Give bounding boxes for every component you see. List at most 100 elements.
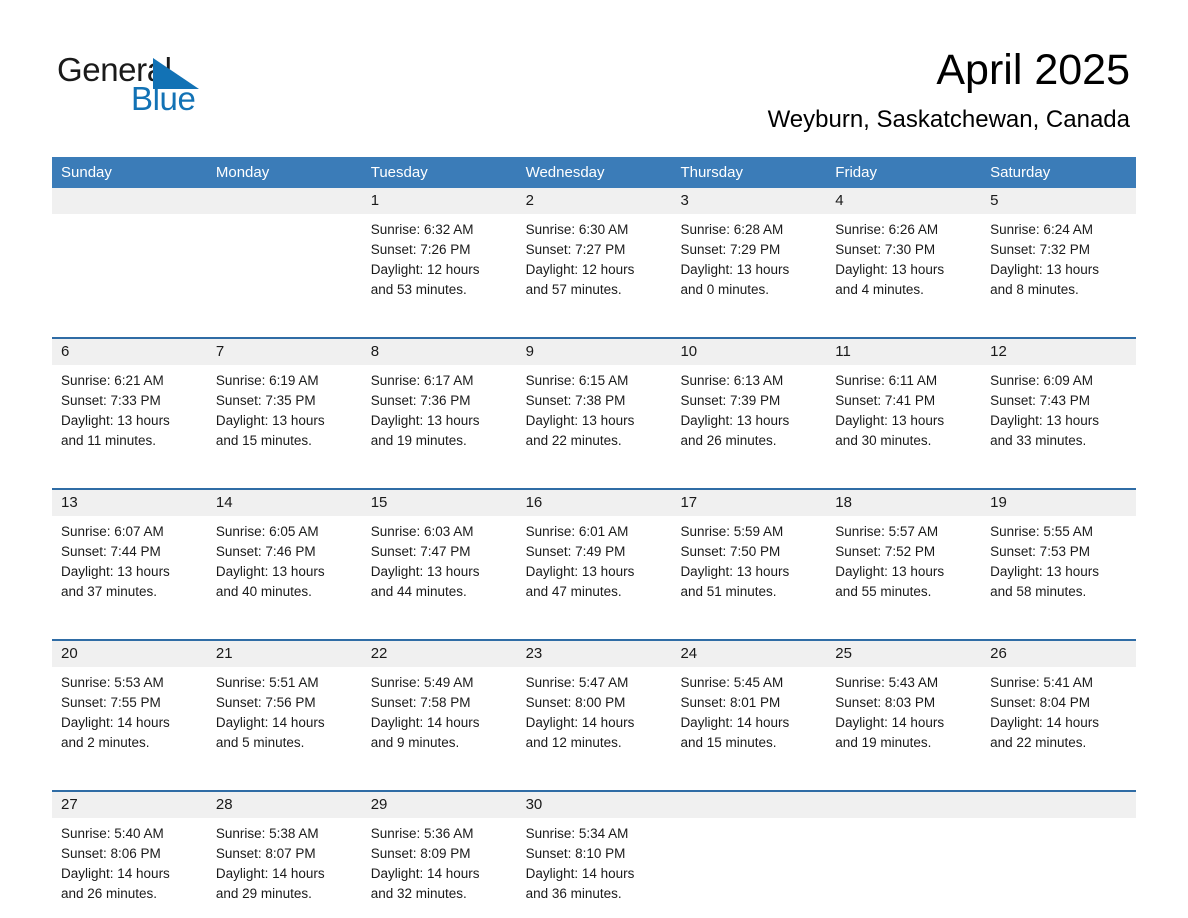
day-cell-17[interactable]: 17 Sunrise: 5:59 AM Sunset: 7:50 PM Dayligh… (671, 490, 827, 616)
day-detail-line: Sunset: 7:47 PM (370, 544, 471, 559)
day-detail-line: Sunset: 7:58 PM (370, 695, 471, 710)
day-detail-line: Sunset: 7:29 PM (680, 242, 781, 257)
day-details: Sunrise: 6:17 AM Sunset: 7:36 PM Daylight:… (362, 365, 517, 465)
week-row: 6 Sunrise: 6:21 AM Sunset: 7:33 PM Daylight… (52, 337, 1137, 465)
day-cell-empty (826, 792, 982, 918)
day-detail-line: Daylight: 13 hours (680, 564, 790, 579)
day-number (206, 188, 362, 214)
day-detail-line: Sunset: 7:56 PM (215, 695, 316, 710)
day-cell-27[interactable]: 27 Sunrise: 5:40 AM Sunset: 8:06 PM Dayligh… (52, 792, 207, 918)
day-cell-29[interactable]: 29 Sunrise: 5:36 AM Sunset: 8:09 PM Dayligh… (361, 792, 517, 918)
day-detail-line: and 37 minutes. (61, 584, 158, 599)
week-spacer (52, 616, 1136, 639)
day-detail-line: Sunrise: 5:36 AM (370, 826, 474, 841)
day-cell-23[interactable]: 23 Sunrise: 5:47 AM Sunset: 8:00 PM Dayligh… (516, 641, 672, 767)
day-detail-line: Sunrise: 6:05 AM (215, 524, 319, 539)
day-detail-line: Sunset: 7:55 PM (61, 695, 161, 710)
day-detail-line: Sunset: 7:35 PM (215, 393, 316, 408)
day-number: 28 (206, 792, 362, 818)
day-cell-20[interactable]: 20 Sunrise: 5:53 AM Sunset: 7:55 PM Dayligh… (52, 641, 207, 767)
day-detail-line: and 26 minutes. (61, 886, 158, 901)
day-details: Sunrise: 5:57 AM Sunset: 7:52 PM Daylight:… (826, 516, 981, 616)
day-cell-30[interactable]: 30 Sunrise: 5:34 AM Sunset: 8:10 PM Dayligh… (516, 792, 672, 918)
day-detail-line: Sunrise: 6:26 AM (835, 222, 939, 237)
day-details: Sunrise: 5:34 AM Sunset: 8:10 PM Daylight:… (517, 818, 672, 918)
day-number: 3 (671, 188, 827, 214)
day-number: 10 (671, 339, 827, 365)
day-detail-line: Sunrise: 6:07 AM (61, 524, 164, 539)
day-detail-line: and 26 minutes. (680, 433, 777, 448)
day-detail-line: and 19 minutes. (835, 735, 932, 750)
day-cell-4[interactable]: 4 Sunrise: 6:26 AM Sunset: 7:30 PM Daylight… (826, 188, 982, 314)
day-detail-line: and 55 minutes. (835, 584, 932, 599)
weekday-header-friday: Friday (835, 164, 877, 181)
day-cell-15[interactable]: 15 Sunrise: 6:03 AM Sunset: 7:47 PM Dayligh… (361, 490, 517, 616)
day-cell-18[interactable]: 18 Sunrise: 5:57 AM Sunset: 7:52 PM Dayligh… (826, 490, 982, 616)
day-cell-7[interactable]: 7 Sunrise: 6:19 AM Sunset: 7:35 PM Daylight… (206, 339, 362, 465)
day-cell-11[interactable]: 11 Sunrise: 6:11 AM Sunset: 7:41 PM Dayligh… (826, 339, 982, 465)
day-cell-16[interactable]: 16 Sunrise: 6:01 AM Sunset: 7:49 PM Dayligh… (516, 490, 672, 616)
day-detail-line: Sunrise: 5:34 AM (525, 826, 629, 841)
day-number: 13 (52, 490, 207, 516)
day-cell-26[interactable]: 26 Sunrise: 5:41 AM Sunset: 8:04 PM Dayligh… (981, 641, 1137, 767)
day-detail-line: Daylight: 14 hours (835, 715, 945, 730)
day-detail-line: Sunset: 7:30 PM (835, 242, 936, 257)
day-detail-line: Daylight: 13 hours (680, 413, 790, 428)
day-cell-10[interactable]: 10 Sunrise: 6:13 AM Sunset: 7:39 PM Dayligh… (671, 339, 827, 465)
day-cell-12[interactable]: 12 Sunrise: 6:09 AM Sunset: 7:43 PM Dayligh… (981, 339, 1137, 465)
day-detail-line: and 8 minutes. (990, 282, 1079, 297)
day-detail-line: Sunrise: 5:38 AM (215, 826, 319, 841)
day-number: 17 (671, 490, 827, 516)
day-cell-9[interactable]: 9 Sunrise: 6:15 AM Sunset: 7:38 PM Daylight… (516, 339, 672, 465)
day-cell-13[interactable]: 13 Sunrise: 6:07 AM Sunset: 7:44 PM Dayligh… (52, 490, 207, 616)
day-cell-25[interactable]: 25 Sunrise: 5:43 AM Sunset: 8:03 PM Dayligh… (826, 641, 982, 767)
day-details: Sunrise: 5:40 AM Sunset: 8:06 PM Daylight:… (52, 818, 207, 918)
day-number: 30 (516, 792, 672, 818)
day-detail-line: Sunrise: 5:51 AM (215, 675, 319, 690)
day-details: Sunrise: 6:05 AM Sunset: 7:46 PM Daylight:… (207, 516, 362, 616)
calendar-table: Sunday Monday Tuesday Wednesday Thursday Frid… (52, 157, 1137, 918)
day-detail-line: Sunset: 7:50 PM (680, 544, 781, 559)
day-detail-line: Daylight: 13 hours (61, 564, 170, 579)
day-cell-28[interactable]: 28 Sunrise: 5:38 AM Sunset: 8:07 PM Dayligh… (206, 792, 362, 918)
day-detail-line: Sunset: 8:03 PM (835, 695, 936, 710)
day-cell-3[interactable]: 3 Sunrise: 6:28 AM Sunset: 7:29 PM Daylight… (671, 188, 827, 314)
day-cell-22[interactable]: 22 Sunrise: 5:49 AM Sunset: 7:58 PM Dayligh… (361, 641, 517, 767)
day-cell-19[interactable]: 19 Sunrise: 5:55 AM Sunset: 7:53 PM Dayligh… (981, 490, 1137, 616)
day-details: Sunrise: 5:47 AM Sunset: 8:00 PM Daylight:… (517, 667, 672, 767)
weekday-header-thursday: Thursday (680, 164, 743, 181)
day-detail-line: Daylight: 13 hours (680, 262, 790, 277)
day-cell-14[interactable]: 14 Sunrise: 6:05 AM Sunset: 7:46 PM Dayligh… (206, 490, 362, 616)
day-details: Sunrise: 5:53 AM Sunset: 7:55 PM Daylight:… (52, 667, 207, 767)
day-detail-line: and 4 minutes. (835, 282, 924, 297)
day-cell-6[interactable]: 6 Sunrise: 6:21 AM Sunset: 7:33 PM Daylight… (52, 339, 207, 465)
day-detail-line: Sunrise: 6:01 AM (525, 524, 629, 539)
day-cell-21[interactable]: 21 Sunrise: 5:51 AM Sunset: 7:56 PM Dayligh… (206, 641, 362, 767)
day-detail-line: Daylight: 14 hours (61, 715, 170, 730)
day-detail-line: Daylight: 14 hours (215, 715, 325, 730)
day-cell-24[interactable]: 24 Sunrise: 5:45 AM Sunset: 8:01 PM Dayligh… (671, 641, 827, 767)
day-cell-empty (206, 188, 362, 314)
location-subtitle: Weyburn, Saskatchewan, Canada (767, 106, 1130, 133)
day-details: Sunrise: 6:03 AM Sunset: 7:47 PM Daylight:… (362, 516, 517, 616)
day-detail-line: Sunset: 7:39 PM (680, 393, 781, 408)
day-number: 18 (826, 490, 982, 516)
day-detail-line: Sunrise: 5:40 AM (61, 826, 164, 841)
day-number: 15 (361, 490, 517, 516)
day-detail-line: Daylight: 14 hours (525, 715, 635, 730)
day-cell-2[interactable]: 2 Sunrise: 6:30 AM Sunset: 7:27 PM Daylight… (516, 188, 672, 314)
day-detail-line: and 2 minutes. (61, 735, 150, 750)
day-detail-line: Sunset: 7:46 PM (215, 544, 316, 559)
day-details: Sunrise: 5:43 AM Sunset: 8:03 PM Daylight:… (826, 667, 981, 767)
day-detail-line: Daylight: 14 hours (680, 715, 790, 730)
day-details: Sunrise: 6:07 AM Sunset: 7:44 PM Daylight:… (52, 516, 207, 616)
day-cell-8[interactable]: 8 Sunrise: 6:17 AM Sunset: 7:36 PM Daylight… (361, 339, 517, 465)
day-cell-5[interactable]: 5 Sunrise: 6:24 AM Sunset: 7:32 PM Daylight… (981, 188, 1137, 314)
weekday-header-row: Sunday Monday Tuesday Wednesday Thursday Frid… (52, 157, 1136, 188)
day-cell-1[interactable]: 1 Sunrise: 6:32 AM Sunset: 7:26 PM Daylight… (361, 188, 517, 314)
day-details (207, 214, 362, 298)
day-number: 4 (826, 188, 982, 214)
day-detail-line: Daylight: 13 hours (370, 413, 480, 428)
day-detail-line: Sunrise: 5:41 AM (990, 675, 1093, 690)
weekday-header-monday: Monday (215, 164, 270, 181)
